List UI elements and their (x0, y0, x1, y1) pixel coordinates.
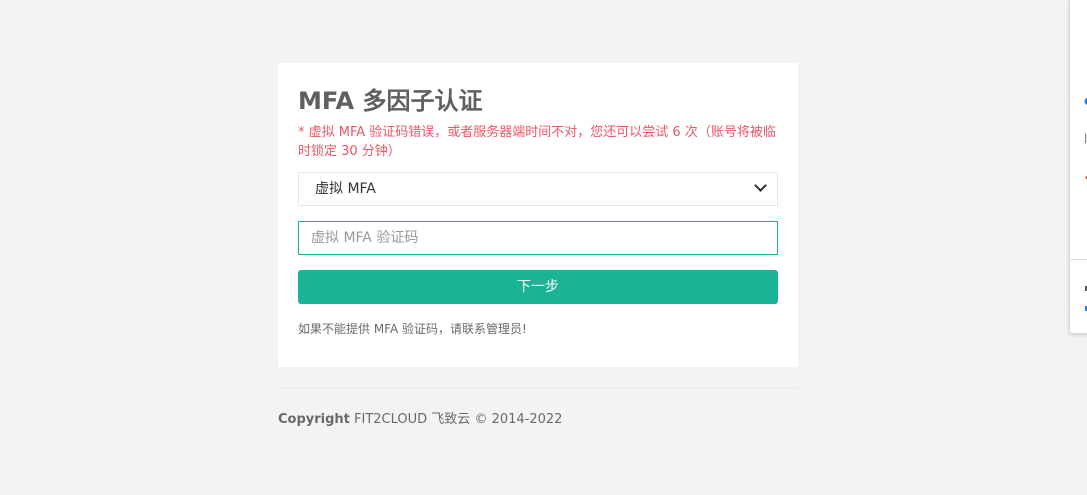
mfa-code-input[interactable]: 虚拟 MFA 验证码 (298, 221, 778, 255)
copyright-label: Copyright (278, 412, 350, 427)
mfa-type-select[interactable]: 虚拟 MFA (298, 172, 778, 206)
side-panel-divider (1070, 259, 1087, 260)
page-title: MFA 多因子认证 (298, 87, 483, 115)
mfa-type-selected-value: 虚拟 MFA (315, 181, 376, 197)
footer: Copyright FIT2CLOUD 飞致云 © 2014-2022 (278, 408, 562, 427)
copyright-text: FIT2CLOUD 飞致云 © 2014-2022 (349, 412, 563, 427)
footer-divider (278, 387, 798, 388)
help-text: 如果不能提供 MFA 验证码，请联系管理员! (298, 322, 527, 336)
side-panel: ● | • ▪ ▪ (1069, 0, 1087, 334)
mfa-card: MFA 多因子认证 * 虚拟 MFA 验证码错误，或者服务器端时间不对，您还可以… (278, 63, 798, 367)
error-message: * 虚拟 MFA 验证码错误，或者服务器端时间不对，您还可以尝试 6 次（账号将… (298, 125, 776, 159)
next-button[interactable]: 下一步 (298, 270, 778, 304)
chevron-down-icon (754, 179, 767, 192)
